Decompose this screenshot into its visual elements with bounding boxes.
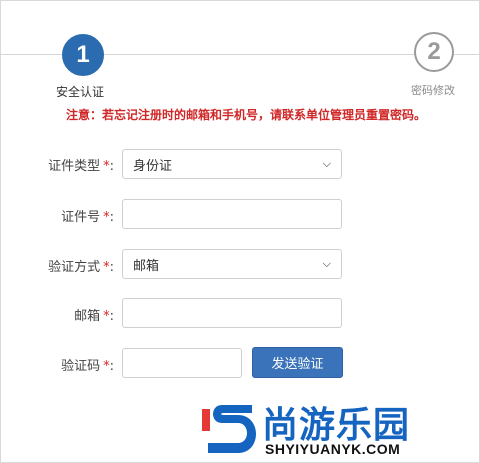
step-1-label: 安全认证: [56, 85, 105, 99]
verify-method-value: 邮箱: [133, 258, 160, 274]
step-1-number: 1: [76, 41, 90, 68]
notice-text: 注意：若忘记注册时的邮箱和手机号，请联系单位管理员重置密码。: [66, 108, 427, 122]
code-input[interactable]: [122, 348, 242, 378]
watermark-domain: SHYIYUANYK.COM: [265, 441, 401, 457]
code-label: 验证码 *:: [61, 359, 114, 374]
doc-type-value: 身份证: [133, 158, 173, 174]
chevron-down-icon: ⌵: [322, 257, 331, 270]
email-input[interactable]: [122, 298, 342, 328]
step-2-number: 2: [427, 38, 441, 65]
watermark-logo-icon: [202, 405, 256, 453]
step-2-indicator: 2: [414, 32, 454, 72]
verify-method-label: 验证方式 *:: [48, 260, 114, 275]
step-2-label: 密码修改: [411, 84, 455, 97]
send-code-button[interactable]: 发送验证: [252, 347, 343, 378]
doc-type-select[interactable]: 身份证 ⌵: [122, 149, 342, 179]
doc-number-label: 证件号 *:: [61, 210, 114, 225]
doc-number-input[interactable]: [122, 199, 342, 229]
email-label: 邮箱 *:: [74, 309, 114, 324]
verify-method-select[interactable]: 邮箱 ⌵: [122, 249, 342, 279]
doc-type-label: 证件类型 *:: [48, 159, 114, 174]
chevron-down-icon: ⌵: [322, 157, 331, 170]
step-1-indicator: 1: [62, 34, 104, 76]
